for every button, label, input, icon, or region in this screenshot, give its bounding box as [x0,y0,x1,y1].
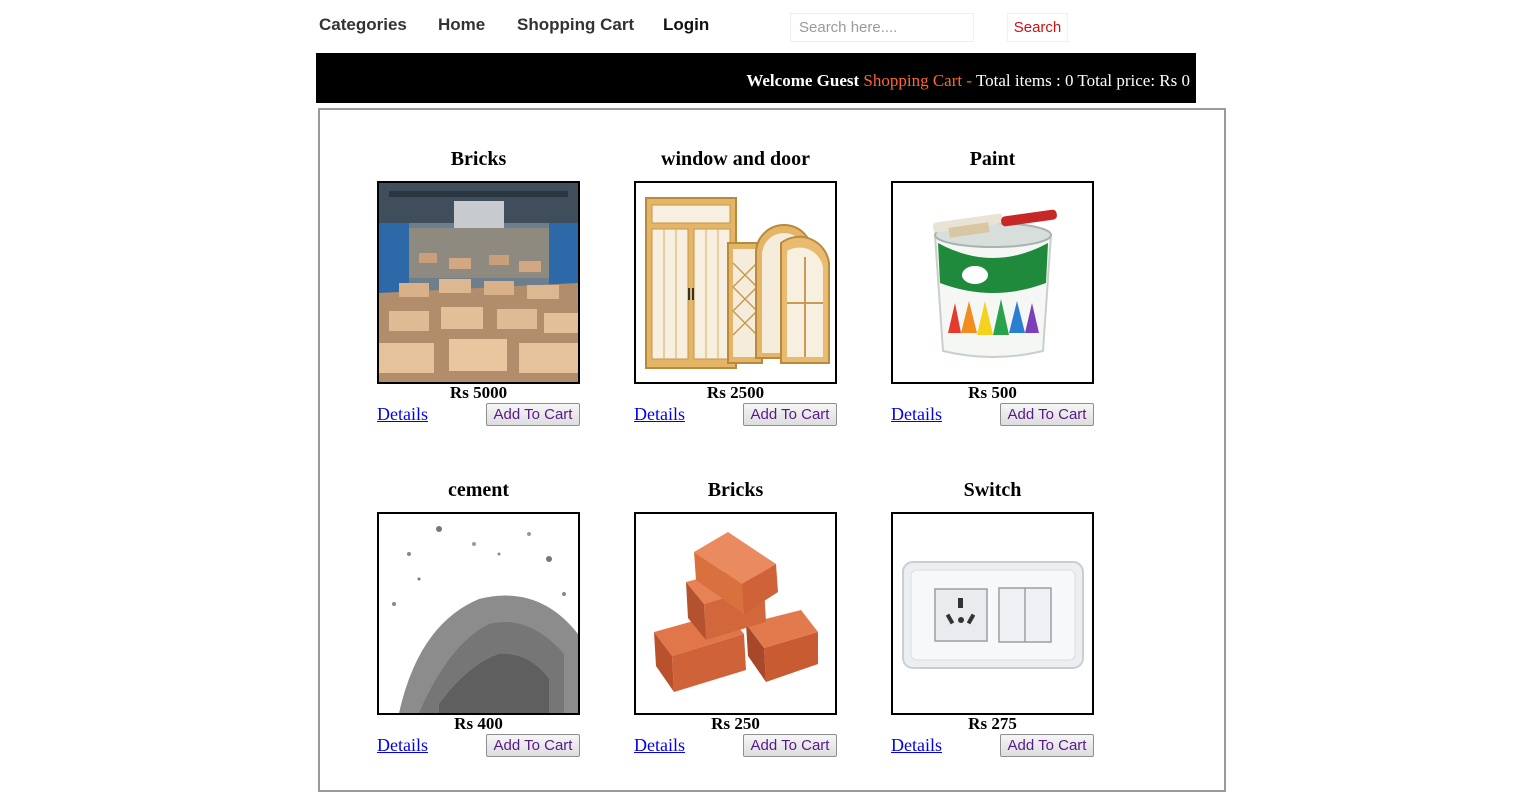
brick-factory-image[interactable] [377,181,580,384]
add-to-cart-button[interactable]: Add To Cart [1000,403,1094,426]
product-price: Rs 250 [711,714,760,733]
paint-bucket-icon [893,183,1092,382]
cart-status-bar: Welcome Guest Shopping Cart - Total item… [316,53,1196,103]
add-to-cart-button[interactable]: Add To Cart [1000,734,1094,757]
product-price: Rs 5000 [449,383,508,402]
product-price: Rs 275 [968,714,1017,733]
cement-pile-image[interactable] [377,512,580,715]
search-button[interactable]: Search [1007,13,1068,42]
paint-bucket-image[interactable] [891,181,1094,384]
details-link[interactable]: Details [634,404,685,424]
product-card: Bricks Rs 250 Details Add To Cart [634,479,837,759]
wall-switch-image[interactable] [891,512,1094,715]
window-door-icon [636,183,835,382]
product-grid: Bricks Rs 5000 Details Add To Cart windo… [318,108,1226,792]
product-card: cement Rs 400 Details Add To Cart [377,479,580,759]
product-price: Rs 500 [968,383,1017,402]
search-input[interactable] [790,13,974,42]
nav-categories[interactable]: Categories [319,15,407,35]
nav-shopping-cart[interactable]: Shopping Cart [517,15,634,35]
details-link[interactable]: Details [377,404,428,424]
top-navigation: Categories Home Shopping Cart Login Sear… [319,13,1079,42]
product-card: window and door Rs 2500 Details Add To C… [634,148,837,428]
product-title: Switch [963,479,1022,501]
details-link[interactable]: Details [634,735,685,755]
product-card: Bricks Rs 5000 Details Add To Cart [377,148,580,428]
product-card: Paint Rs 500 Details Add To Cart [891,148,1094,428]
add-to-cart-button[interactable]: Add To Cart [743,734,837,757]
product-card: Switch Rs 275 Details Add To Cart [891,479,1094,759]
product-title: cement [447,479,510,501]
wall-switch-icon [893,514,1092,713]
product-title: Bricks [707,479,764,501]
add-to-cart-button[interactable]: Add To Cart [743,403,837,426]
red-bricks-image[interactable] [634,512,837,715]
add-to-cart-button[interactable]: Add To Cart [486,403,580,426]
add-to-cart-button[interactable]: Add To Cart [486,734,580,757]
cart-status-link[interactable]: Shopping Cart - [863,71,972,90]
product-price: Rs 2500 [706,383,765,402]
nav-login[interactable]: Login [663,15,709,35]
product-title: Paint [969,148,1016,170]
details-link[interactable]: Details [377,735,428,755]
welcome-text: Welcome Guest [746,71,860,90]
brick-factory-icon [379,183,578,382]
cart-summary: Total items : 0 Total price: Rs 0 [975,71,1190,90]
cement-pile-icon [379,514,578,713]
nav-home[interactable]: Home [438,15,485,35]
red-bricks-icon [636,514,835,713]
details-link[interactable]: Details [891,735,942,755]
product-title: Bricks [450,148,507,170]
window-door-image[interactable] [634,181,837,384]
product-price: Rs 400 [454,714,503,733]
details-link[interactable]: Details [891,404,942,424]
product-title: window and door [661,148,810,170]
